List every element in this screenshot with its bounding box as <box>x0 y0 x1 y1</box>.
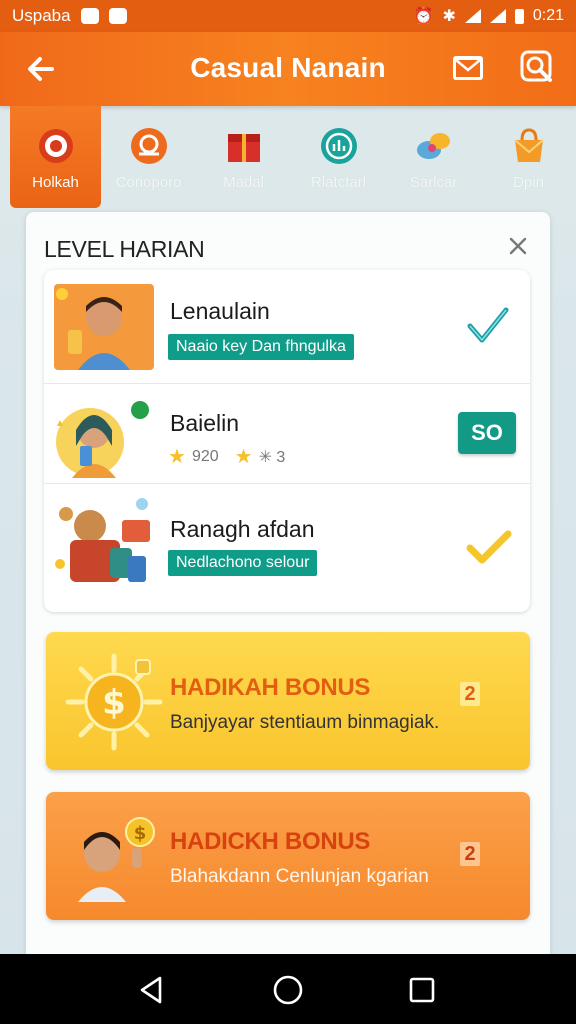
category-tabs: Holkah Conoporo Madal Rlatctarl Sarlcar … <box>0 106 576 210</box>
nav-back-icon[interactable] <box>136 974 166 1006</box>
shopping-bag-icon <box>513 128 544 162</box>
level-name: Baielin <box>170 410 240 436</box>
avatar-man-drink <box>54 284 154 370</box>
svg-text:$: $ <box>102 683 126 723</box>
level-stars: ★ 920 ★ ✳ 3 <box>168 444 285 469</box>
tab-rlatctarl[interactable]: Rlatctarl <box>291 106 386 206</box>
level-row[interactable]: Lenaulain Naaio key Dan fhngulka <box>44 270 530 384</box>
bonus-count: 2 <box>460 682 480 706</box>
notification-icon <box>80 8 99 24</box>
search-icon[interactable] <box>518 48 558 88</box>
bonus-count: 2 <box>460 842 480 866</box>
so-button[interactable]: SO <box>458 412 516 454</box>
chart-badge-icon <box>320 128 357 164</box>
hand-coin-icon <box>130 128 167 164</box>
sun-coin-icon: $ <box>65 653 163 751</box>
daily-level-panel: LEVEL HARIAN Lenaulain Naaio key Dan fhn… <box>26 212 550 972</box>
status-bar: Uspaba ⏰ ✱ 0:21 <box>0 0 576 32</box>
signal-icon <box>489 9 506 23</box>
checkmark-icon <box>466 530 512 564</box>
tab-label: Sarlcar <box>409 174 458 191</box>
bonus-card[interactable]: $ HADIKAH BONUS Banjyayar stentiaum binm… <box>46 632 530 770</box>
tab-sarlcar[interactable]: Sarlcar <box>386 106 481 206</box>
bonus-desc: Blahakdann Cenlunjan kgarian <box>170 866 429 887</box>
level-row[interactable]: Ranagh afdan Nedlachono selour <box>44 484 530 612</box>
nav-recents-icon[interactable] <box>408 976 436 1004</box>
battery-icon <box>514 8 524 24</box>
level-row[interactable]: Baielin ★ 920 ★ ✳ 3 SO <box>44 388 530 484</box>
level-list: Lenaulain Naaio key Dan fhngulka Baielin… <box>44 270 530 612</box>
avatar-woman-phone <box>56 401 149 478</box>
tab-label: Conoporo <box>115 174 182 191</box>
tab-label: Rlatctarl <box>311 174 367 191</box>
tab-label: Madal <box>223 174 264 191</box>
star-icon: ★ <box>168 446 186 468</box>
tab-madal[interactable]: Madal <box>196 106 291 206</box>
level-tag: Nedlachono selour <box>168 550 318 576</box>
notification-icon-2 <box>108 8 127 24</box>
avatar-man-coin: $ <box>78 817 155 902</box>
tab-dpin[interactable]: Dpin <box>481 106 576 206</box>
svg-text:$: $ <box>134 823 147 844</box>
tab-holkah[interactable]: Holkah <box>10 106 102 208</box>
app-bar: Casual Nanain <box>0 32 576 106</box>
tab-conoporo[interactable]: Conoporo <box>101 106 196 206</box>
checkmark-icon <box>467 307 509 343</box>
level-tag: Naaio key Dan fhngulka <box>168 334 354 360</box>
close-icon[interactable] <box>506 234 530 258</box>
level-name: Lenaulain <box>170 298 270 324</box>
tab-label: Holkah <box>32 174 79 191</box>
star-count: 920 <box>191 447 219 465</box>
gift-box-icon <box>227 134 260 162</box>
tab-label: Dpin <box>513 174 544 191</box>
level-name: Ranagh afdan <box>170 516 315 542</box>
bonus-card[interactable]: $ HADICKH BONUS Blahakdann Cenlunjan kga… <box>46 792 530 920</box>
bonus-desc: Banjyayar stentiaum binmagiak. <box>170 712 440 733</box>
chat-bubbles-icon <box>416 133 450 159</box>
app-title: Casual Nanain <box>190 52 386 83</box>
target-icon <box>38 129 73 163</box>
carrier-label: Uspaba <box>12 6 71 25</box>
bonus-title: HADICKH BONUS <box>170 828 371 855</box>
mail-icon[interactable] <box>450 50 486 86</box>
panel-title: LEVEL HARIAN <box>44 236 205 262</box>
star-count-2: ✳ 3 <box>258 448 286 466</box>
avatar-merchant-bags <box>55 498 150 582</box>
system-nav-bar <box>0 954 576 1024</box>
wifi-icon <box>464 9 481 23</box>
alarm-icon: ⏰ <box>413 8 434 25</box>
star-icon: ★ <box>234 446 253 468</box>
nav-home-icon[interactable] <box>272 974 304 1006</box>
bonus-title: HADIKAH BONUS <box>170 674 371 701</box>
bluetooth-icon: ✱ <box>442 8 456 25</box>
clock: 0:21 <box>532 7 564 24</box>
